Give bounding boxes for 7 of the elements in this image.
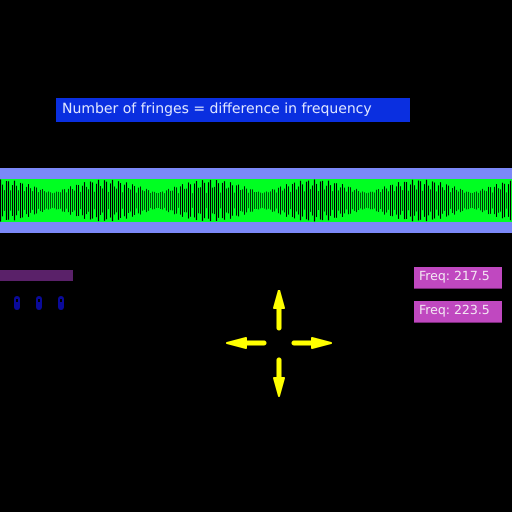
marker-icon xyxy=(58,296,64,310)
frequency-label: Freq: 217.5 xyxy=(414,267,502,289)
frequency-label: Freq: 223.5 xyxy=(414,301,502,323)
caption-banner: Number of fringes = difference in frequency xyxy=(56,98,410,122)
marker-icon xyxy=(14,296,20,310)
marker-icon xyxy=(36,296,42,310)
move-arrows-icon[interactable] xyxy=(226,290,332,398)
